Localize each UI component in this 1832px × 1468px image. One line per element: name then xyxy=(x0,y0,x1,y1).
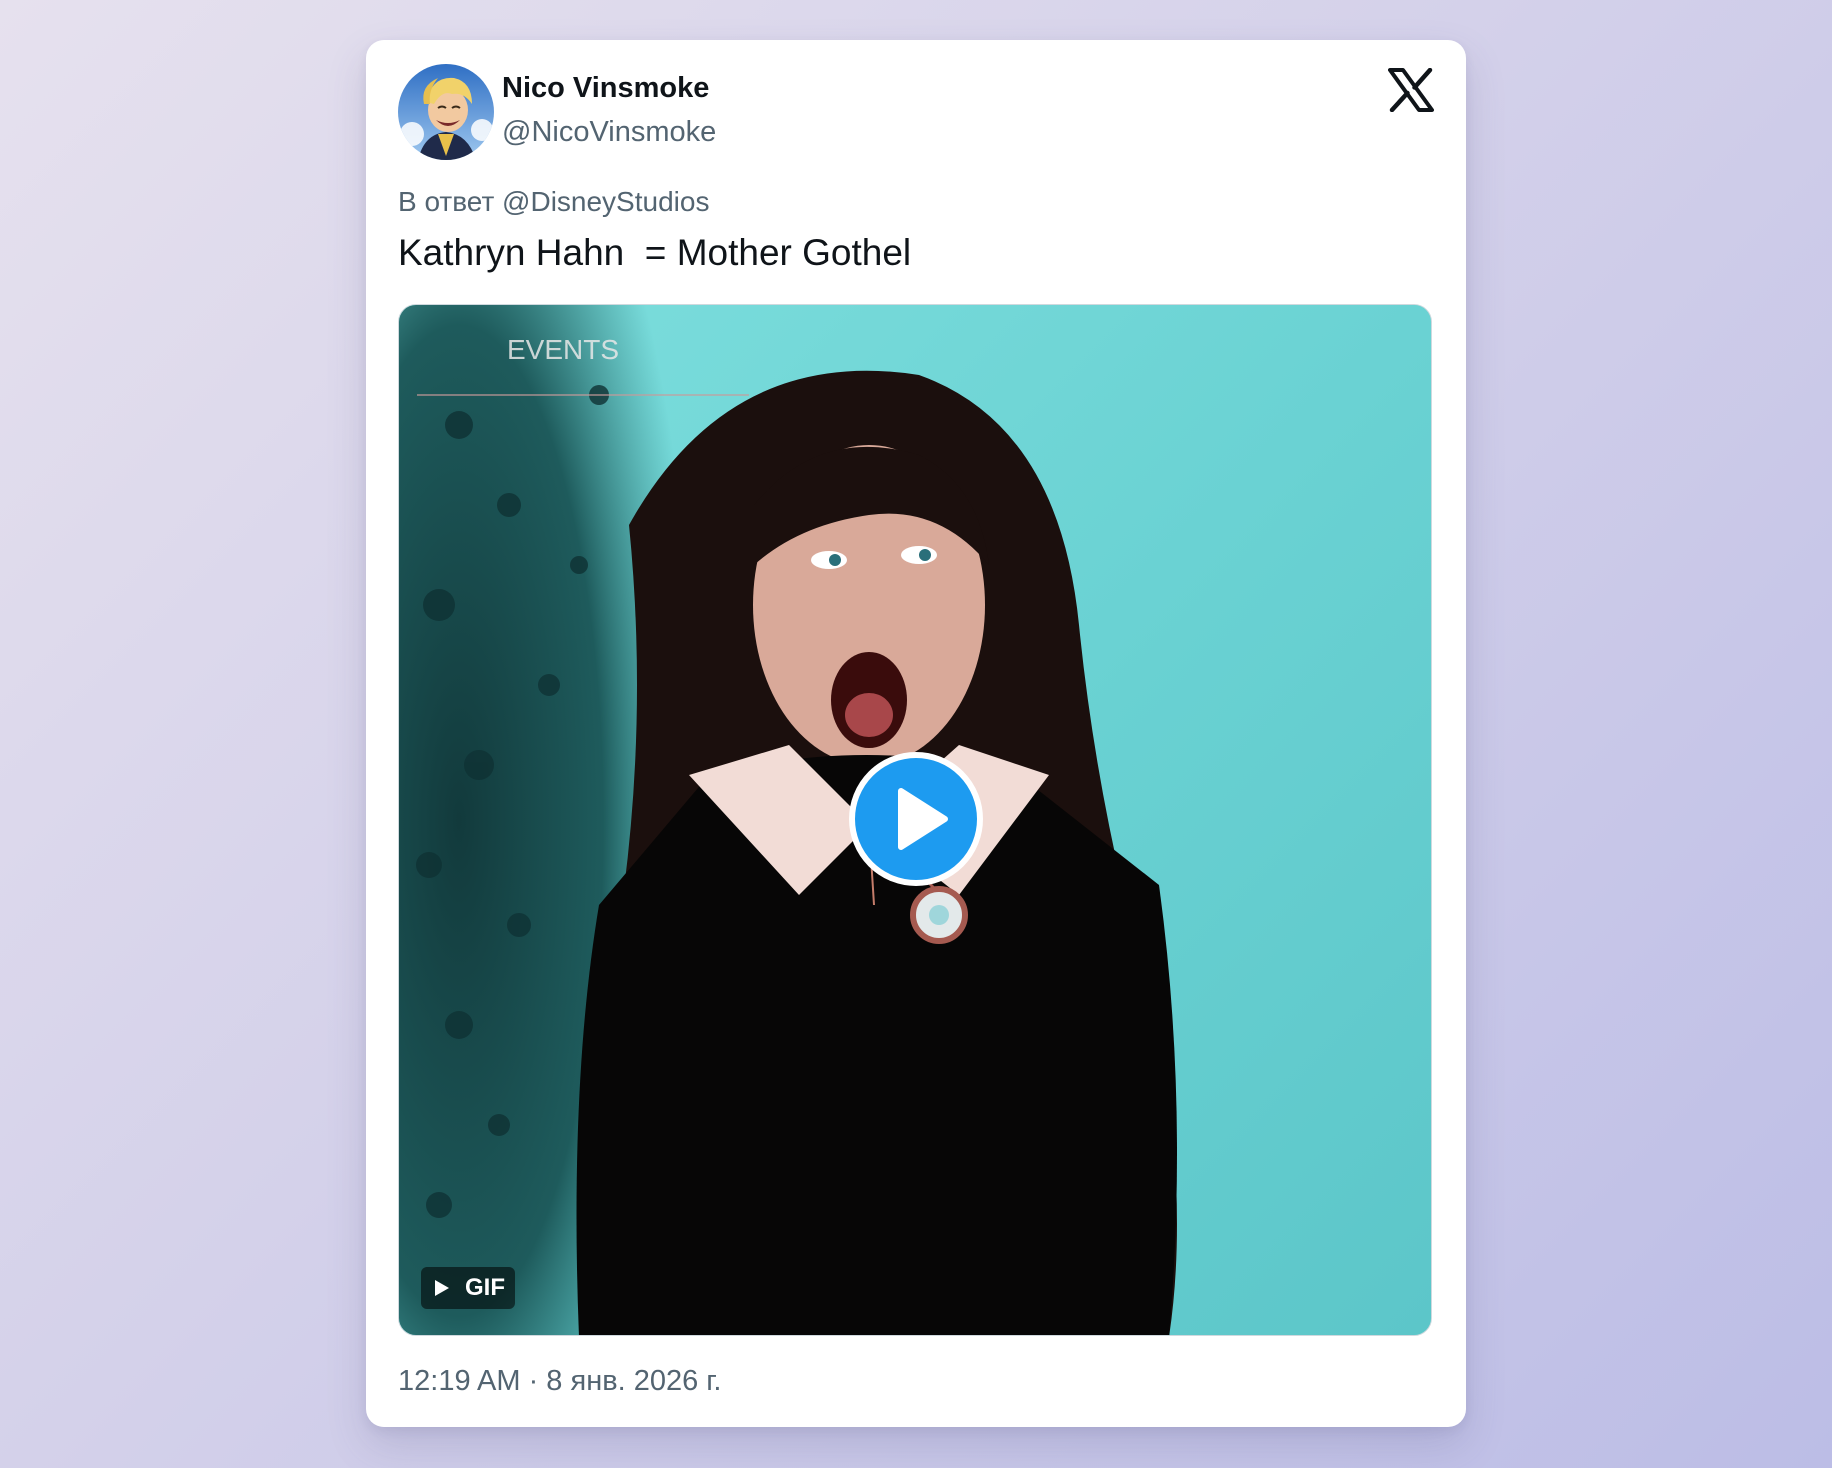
reply-prefix: В ответ xyxy=(398,186,495,217)
tweet-text: Kathryn Hahn = Mother Gothel xyxy=(398,232,912,273)
reply-mention-link[interactable]: @DisneyStudios xyxy=(502,186,709,217)
gif-badge: GIF xyxy=(421,1267,515,1309)
author-handle[interactable]: @NicoVinsmoke xyxy=(502,116,716,149)
tweet-timestamp[interactable]: 12:19 AM · 8 янв. 2026 г. xyxy=(398,1365,721,1398)
gif-play-icon xyxy=(435,1280,449,1296)
play-button[interactable] xyxy=(849,752,983,886)
play-icon xyxy=(898,788,948,850)
gif-label: GIF xyxy=(465,1274,505,1301)
tweet-header: Nico Vinsmoke @NicoVinsmoke xyxy=(398,64,1434,160)
reply-context: В ответ @DisneyStudios xyxy=(398,186,709,218)
tweet-card: Nico Vinsmoke @NicoVinsmoke В ответ @Dis… xyxy=(366,40,1466,1427)
svg-text:EVENTS: EVENTS xyxy=(507,334,619,365)
avatar[interactable] xyxy=(398,64,494,160)
x-logo-icon[interactable] xyxy=(1388,67,1434,113)
author-name[interactable]: Nico Vinsmoke xyxy=(502,72,709,105)
gif-media[interactable]: EVENTS GIF xyxy=(398,304,1432,1336)
